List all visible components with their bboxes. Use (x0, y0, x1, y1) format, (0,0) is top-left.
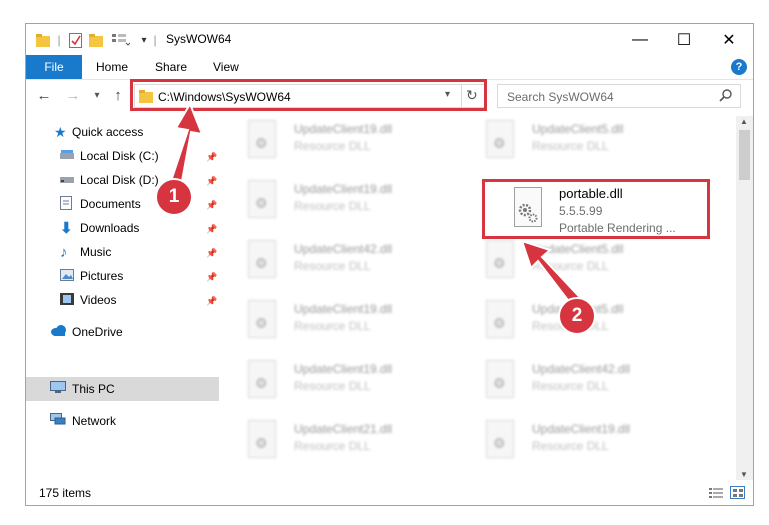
annotation-arrows (166, 101, 589, 314)
step-1-badge: 1 (155, 178, 193, 216)
step-2-badge: 2 (558, 297, 596, 335)
